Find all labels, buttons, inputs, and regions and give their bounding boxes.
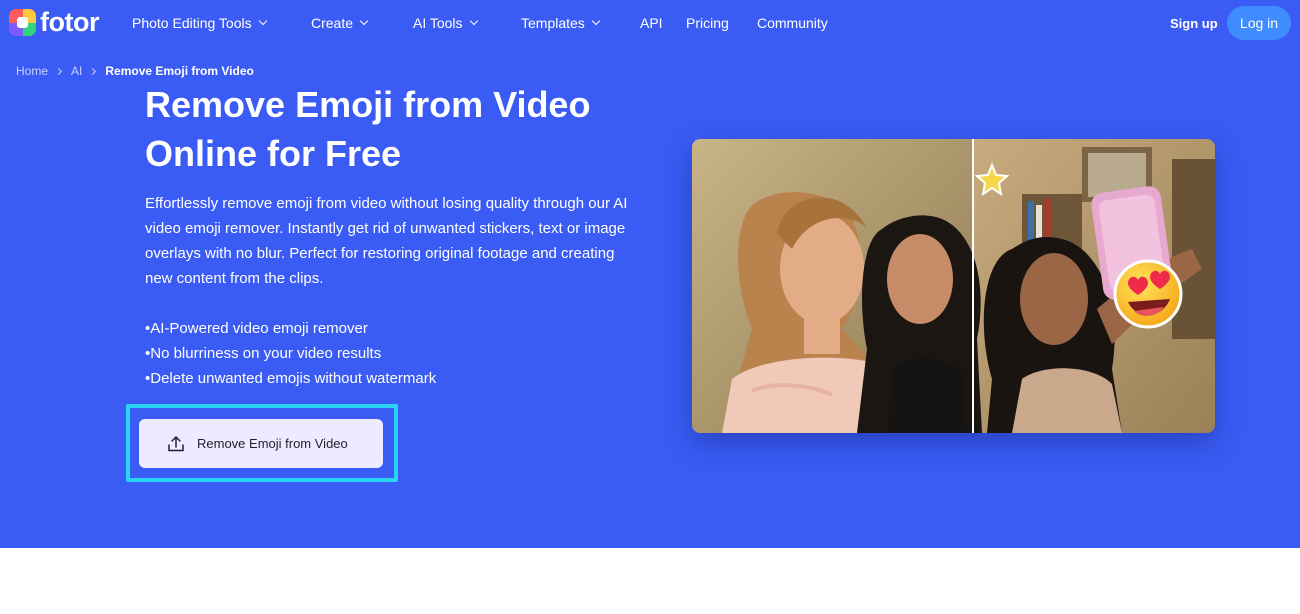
remove-emoji-upload-button[interactable]: Remove Emoji from Video [139, 419, 383, 468]
feature-item: •AI-Powered video emoji remover [145, 320, 368, 337]
fotor-logo[interactable]: fotor [9, 9, 99, 36]
nav-label: AI Tools [413, 15, 463, 31]
nav-create[interactable]: Create [311, 15, 369, 31]
nav-label: Pricing [686, 15, 729, 31]
top-navigation: fotor Photo Editing Tools Create AI Tool… [0, 0, 1300, 46]
page-title-line-1: Remove Emoji from Video [145, 84, 591, 125]
breadcrumb: Home AI Remove Emoji from Video [16, 64, 254, 78]
logo-mark-icon [9, 9, 36, 36]
nav-api[interactable]: API [640, 15, 663, 31]
emoji-sticker-icon [1113, 259, 1183, 329]
page-title: Remove Emoji from Video Online for Free [145, 80, 665, 178]
feature-item: •Delete unwanted emojis without watermar… [145, 370, 437, 387]
chevron-right-icon [89, 67, 97, 75]
sign-up-link[interactable]: Sign up [1170, 16, 1218, 31]
nav-templates[interactable]: Templates [521, 15, 601, 31]
upload-icon [168, 435, 184, 451]
nav-label: API [640, 15, 663, 31]
breadcrumb-current: Remove Emoji from Video [105, 64, 254, 78]
before-after-illustration [692, 139, 1215, 433]
chevron-down-icon [469, 16, 478, 26]
chevron-down-icon [359, 16, 369, 26]
nav-label: Templates [521, 15, 585, 31]
nav-label: Create [311, 15, 354, 31]
nav-pricing[interactable]: Pricing [686, 15, 729, 31]
cta-label: Remove Emoji from Video [197, 436, 348, 451]
hero-description: Effortlessly remove emoji from video wit… [145, 195, 628, 287]
page-title-line-2: Online for Free [145, 133, 402, 174]
nav-photo-editing-tools[interactable]: Photo Editing Tools [132, 15, 267, 31]
log-in-button[interactable]: Log in [1227, 6, 1291, 40]
chevron-right-icon [54, 67, 63, 75]
breadcrumb-ai[interactable]: AI [71, 64, 82, 78]
chevron-down-icon [591, 16, 601, 26]
nav-label: Photo Editing Tools [132, 15, 252, 31]
video-preview-image [692, 139, 1215, 433]
nav-label: Community [757, 15, 828, 31]
nav-community[interactable]: Community [757, 15, 828, 31]
feature-item: •No blurriness on your video results [145, 345, 382, 362]
feature-list: •AI-Powered video emoji remover •No blur… [145, 316, 436, 391]
breadcrumb-home[interactable]: Home [16, 64, 48, 78]
nav-ai-tools[interactable]: AI Tools [413, 15, 478, 31]
logo-text: fotor [40, 7, 99, 37]
chevron-down-icon [258, 16, 267, 26]
